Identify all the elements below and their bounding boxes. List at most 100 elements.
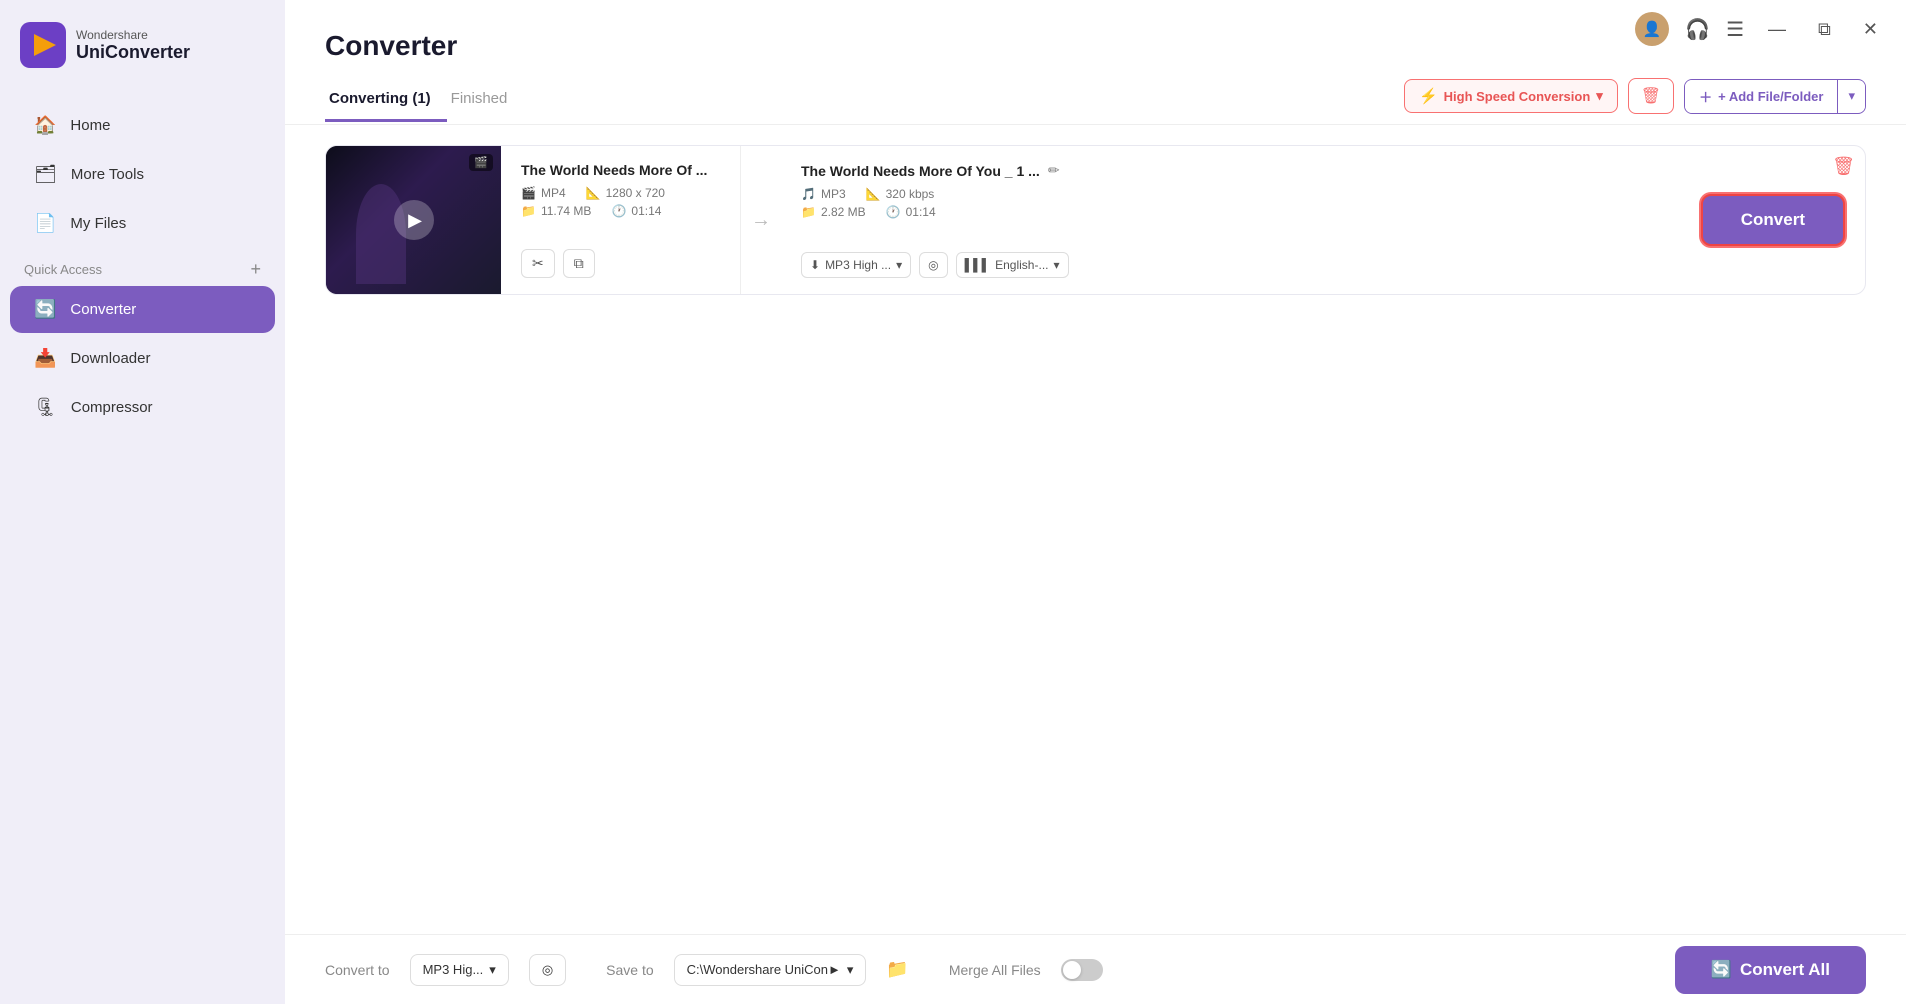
file-thumbnail: ▶ 🎬	[326, 146, 501, 294]
source-duration-item: 🕐 01:14	[611, 204, 661, 218]
quick-access-add-button[interactable]: +	[250, 259, 261, 280]
format-select-value: MP3 Hig...	[423, 962, 484, 977]
source-resolution-item: 📐 1280 x 720	[586, 186, 665, 200]
output-meta-row-2: 📁 2.82 MB 🕐 01:14	[801, 205, 1069, 219]
convert-to-label: Convert to	[325, 962, 390, 978]
video-badge: 🎬	[469, 154, 493, 171]
quality-value: MP3 High ...	[825, 258, 891, 272]
save-path-chevron-icon: ▾	[847, 962, 854, 978]
source-format: MP4	[541, 186, 566, 200]
compressor-icon: 🗜	[34, 397, 57, 418]
merge-toggle[interactable]	[1061, 959, 1103, 981]
menu-icon[interactable]: ☰	[1726, 17, 1744, 42]
sidebar-item-my-files[interactable]: 📄 My Files	[10, 200, 275, 247]
file-card: ▶ 🎬 The World Needs More Of ... 🎬	[325, 145, 1866, 295]
output-format: MP3	[821, 187, 846, 201]
home-icon: 🏠	[34, 115, 56, 136]
sidebar-item-more-tools[interactable]: 🗂 More Tools	[10, 151, 275, 198]
nav-items: 🏠 Home 🗂 More Tools 📄 My Files Quick Acc…	[0, 90, 285, 1004]
delete-all-button[interactable]: 🗑	[1628, 78, 1674, 114]
save-to-label: Save to	[606, 962, 653, 978]
tab-finished[interactable]: Finished	[447, 82, 524, 122]
source-file-info: The World Needs More Of ... 🎬 MP4 📐 1280…	[501, 146, 741, 294]
quick-access-label: Quick Access	[24, 262, 102, 277]
output-duration: 01:14	[906, 205, 936, 219]
output-format-item: 🎵 MP3	[801, 187, 846, 201]
trash-file-icon: 🗑	[1832, 156, 1855, 176]
target-icon-button[interactable]: ◎	[529, 954, 566, 986]
sidebar-item-downloader[interactable]: 📥 Downloader	[10, 335, 275, 382]
sidebar-item-converter[interactable]: 🔄 Converter	[10, 286, 275, 333]
folder-icon: 📁	[886, 959, 908, 979]
add-file-main[interactable]: ＋ + Add File/Folder	[1685, 80, 1838, 113]
convert-all-icon: 🔄	[1711, 960, 1732, 980]
target-dropdown[interactable]: ◎	[919, 252, 947, 278]
source-file-meta: 🎬 MP4 📐 1280 x 720 📁 11.74 MB	[521, 186, 720, 218]
output-meta-row-1: 🎵 MP3 📐 320 kbps	[801, 187, 1069, 201]
arrow-divider: →	[741, 146, 781, 294]
output-settings-row: ⬇ MP3 High ... ▾ ◎ ▌▌▌ English-... ▾	[801, 252, 1069, 278]
sidebar-item-home[interactable]: 🏠 Home	[10, 102, 275, 149]
output-file-meta: 🎵 MP3 📐 320 kbps 📁 2.82 MB	[801, 187, 1069, 219]
clock-icon: 🕐	[611, 204, 626, 218]
size-icon: 📁	[521, 204, 536, 218]
source-size: 11.74 MB	[541, 204, 591, 218]
sidebar-item-converter-label: Converter	[70, 301, 136, 318]
format-chevron-icon: ▾	[489, 962, 496, 978]
target-select-icon: ◎	[542, 962, 553, 978]
subtitle-chevron-icon: ▾	[1053, 258, 1059, 272]
quality-dropdown[interactable]: ⬇ MP3 High ... ▾	[801, 252, 911, 278]
edit-name-icon[interactable]: ✏	[1048, 162, 1060, 179]
output-format-icon: 🎵	[801, 187, 816, 201]
subtitle-value: English-...	[995, 258, 1048, 272]
merge-all-files-label: Merge All Files	[949, 962, 1041, 978]
format-icon: 🎬	[521, 186, 536, 200]
file-list-area: ▶ 🎬 The World Needs More Of ... 🎬	[285, 125, 1906, 934]
add-file-label: + Add File/Folder	[1718, 89, 1823, 104]
sidebar-item-compressor-label: Compressor	[71, 399, 153, 416]
app-logo-icon	[20, 22, 66, 68]
sidebar-item-compressor[interactable]: 🗜 Compressor	[10, 384, 275, 431]
high-speed-chevron-icon: ▾	[1596, 88, 1603, 104]
convert-all-button[interactable]: 🔄 Convert All	[1675, 946, 1866, 994]
scissors-icon: ✂	[532, 255, 544, 271]
play-button[interactable]: ▶	[394, 200, 434, 240]
delete-file-button[interactable]: 🗑	[1832, 156, 1855, 177]
minimize-button[interactable]: —	[1760, 15, 1794, 44]
open-folder-button[interactable]: 📁	[886, 959, 908, 980]
restore-button[interactable]: ⧉	[1810, 15, 1839, 44]
converter-icon: 🔄	[34, 299, 56, 320]
add-file-folder-button[interactable]: ＋ + Add File/Folder ▾	[1684, 79, 1866, 114]
source-format-item: 🎬 MP4	[521, 186, 566, 200]
save-path-value: C:\Wondershare UniCon►	[687, 962, 841, 977]
headphone-icon[interactable]: 🎧	[1685, 17, 1710, 42]
add-file-dropdown-arrow[interactable]: ▾	[1838, 81, 1865, 111]
more-tools-icon: 🗂	[34, 164, 57, 185]
bolt-icon: ⚡	[1419, 87, 1438, 105]
copy-icon: ⧉	[574, 255, 584, 271]
close-button[interactable]: ✕	[1855, 15, 1886, 44]
format-select-dropdown[interactable]: MP3 Hig... ▾	[410, 954, 509, 986]
avatar-icon: 👤	[1643, 20, 1662, 38]
video-icon: 🎬	[474, 156, 488, 169]
brand-name: Wondershare	[76, 28, 190, 42]
cut-button[interactable]: ✂	[521, 249, 555, 278]
save-path-dropdown[interactable]: C:\Wondershare UniCon► ▾	[674, 954, 867, 986]
sidebar-item-downloader-label: Downloader	[70, 350, 150, 367]
main-content: 👤 🎧 ☰ — ⧉ ✕ Converter Converting (1) Fin…	[285, 0, 1906, 1004]
meta-row-1: 🎬 MP4 📐 1280 x 720	[521, 186, 720, 200]
user-avatar[interactable]: 👤	[1635, 12, 1669, 46]
thumbnail-placeholder: ▶ 🎬	[326, 146, 501, 294]
convert-button[interactable]: Convert	[1701, 194, 1845, 246]
output-bitrate-item: 📐 320 kbps	[866, 187, 935, 201]
source-resolution: 1280 x 720	[606, 186, 665, 200]
output-clock-icon: 🕐	[886, 205, 901, 219]
high-speed-button[interactable]: ⚡ High Speed Conversion ▾	[1404, 79, 1618, 113]
copy-button[interactable]: ⧉	[563, 249, 595, 278]
sidebar: Wondershare UniConverter 🏠 Home 🗂 More T…	[0, 0, 285, 1004]
subtitle-dropdown[interactable]: ▌▌▌ English-... ▾	[956, 252, 1069, 278]
sidebar-item-home-label: Home	[70, 117, 110, 134]
quality-icon: ⬇	[810, 258, 820, 272]
tab-converting[interactable]: Converting (1)	[325, 82, 447, 122]
output-bitrate: 320 kbps	[886, 187, 935, 201]
